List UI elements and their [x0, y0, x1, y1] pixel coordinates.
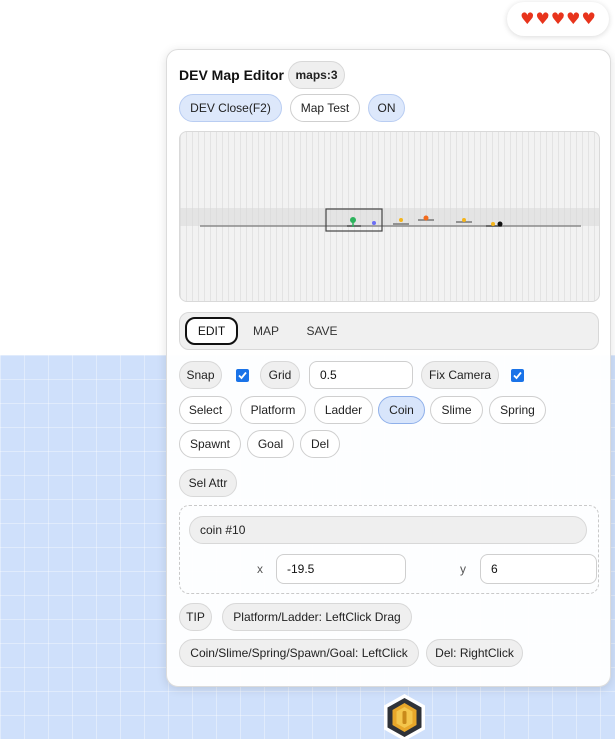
tip-label: TIP — [179, 603, 212, 631]
snap-checkbox[interactable] — [236, 369, 249, 382]
heart-icon: ♥ — [535, 9, 550, 28]
checkmark-icon — [238, 371, 247, 380]
fix-camera-label: Fix Camera — [421, 361, 499, 389]
checkmark-icon — [513, 371, 522, 380]
fix-camera-checkbox[interactable] — [511, 369, 524, 382]
tool-spring-button[interactable]: Spring — [489, 396, 546, 424]
minimap-band — [180, 208, 599, 226]
y-coordinate-input[interactable] — [480, 554, 597, 584]
minimap-coin-marker — [399, 218, 403, 222]
minimap-spring-marker — [423, 215, 429, 221]
tool-platform-button[interactable]: Platform — [240, 396, 306, 424]
tab-map[interactable]: MAP — [244, 317, 288, 345]
heart-icon: ♥ — [520, 9, 535, 28]
minimap[interactable] — [179, 131, 600, 302]
minimap-coin-marker — [491, 222, 495, 226]
selected-attributes-box: coin #10 x y — [179, 505, 599, 594]
tool-spawn-button[interactable]: Spawnt — [179, 430, 241, 458]
tool-ladder-button[interactable]: Ladder — [314, 396, 373, 424]
grid-size-input[interactable] — [309, 361, 413, 389]
map-test-button[interactable]: Map Test — [290, 94, 360, 122]
minimap-coin-marker — [462, 218, 466, 222]
tab-save[interactable]: SAVE — [298, 317, 346, 345]
editor-tabs: EDIT MAP SAVE — [179, 312, 599, 350]
minimap-slime-marker — [372, 221, 376, 225]
x-coordinate-input[interactable] — [276, 554, 406, 584]
grid-label: Grid — [260, 361, 300, 389]
minimap-canvas — [180, 208, 599, 232]
y-label: y — [460, 562, 466, 576]
selected-attributes-label: Sel Attr — [179, 469, 237, 497]
tip-place-objects: Coin/Slime/Spring/Spawn/Goal: LeftClick — [179, 639, 419, 667]
dev-map-editor-panel: DEV Map Editor maps:3 DEV Close(F2) Map … — [166, 49, 611, 687]
heart-icon: ♥ — [566, 9, 581, 28]
health-hearts: ♥ ♥ ♥ ♥ ♥ — [507, 2, 609, 36]
minimap-goal-marker — [497, 221, 503, 227]
tool-select-button[interactable]: Select — [179, 396, 232, 424]
selected-object-name: coin #10 — [189, 516, 587, 544]
maps-count-badge: maps:3 — [288, 61, 345, 89]
snap-label: Snap — [179, 361, 222, 389]
tip-platform-ladder: Platform/Ladder: LeftClick Drag — [222, 603, 412, 631]
heart-icon: ♥ — [550, 9, 566, 28]
dev-close-button[interactable]: DEV Close(F2) — [179, 94, 282, 122]
tool-delete-button[interactable]: Del — [300, 430, 340, 458]
heart-icon: ♥ — [581, 9, 596, 28]
on-toggle-button[interactable]: ON — [368, 94, 405, 122]
tip-delete: Del: RightClick — [426, 639, 523, 667]
tool-goal-button[interactable]: Goal — [247, 430, 294, 458]
editor-title: DEV Map Editor — [179, 67, 285, 83]
tool-coin-button[interactable]: Coin — [378, 396, 425, 424]
tab-edit[interactable]: EDIT — [185, 317, 238, 345]
coin-icon — [381, 694, 428, 739]
x-label: x — [257, 562, 263, 576]
tool-slime-button[interactable]: Slime — [430, 396, 483, 424]
